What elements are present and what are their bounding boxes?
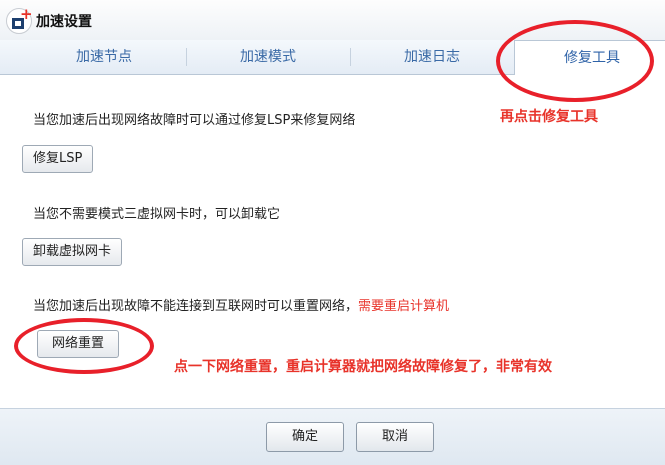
app-logo-icon: + — [6, 7, 33, 34]
cancel-button[interactable]: 取消 — [356, 422, 434, 452]
repair-tools-panel: 当您加速后出现网络故障时可以通过修复LSP来修复网络 修复LSP 当您不需要模式… — [0, 75, 665, 405]
tab-accelerate-log[interactable]: 加速日志 — [350, 40, 514, 74]
dialog-footer: 确定 取消 — [0, 408, 665, 465]
reset-description: 当您加速后出现故障不能连接到互联网时可以重置网络，需要重启计算机 — [33, 295, 449, 314]
reset-description-text: 当您加速后出现故障不能连接到互联网时可以重置网络， — [33, 299, 359, 314]
lsp-description: 当您加速后出现网络故障时可以通过修复LSP来修复网络 — [33, 113, 356, 128]
tab-accelerate-mode[interactable]: 加速模式 — [186, 40, 350, 74]
nic-description: 当您不需要模式三虚拟网卡时，可以卸载它 — [33, 207, 281, 222]
window-title: 加速设置 — [36, 14, 92, 30]
tab-hint-annotation: 再点击修复工具 — [500, 109, 598, 125]
highlight-ellipse — [14, 318, 154, 374]
highlight-ellipse — [496, 20, 654, 102]
restart-warning: 需要重启计算机 — [358, 299, 450, 314]
uninstall-nic-button[interactable]: 卸载虚拟网卡 — [22, 238, 123, 266]
ok-button[interactable]: 确定 — [266, 422, 344, 452]
reset-hint-annotation: 点一下网络重置，重启计算器就把网络故障修复了，非常有效 — [174, 359, 552, 375]
repair-lsp-button[interactable]: 修复LSP — [22, 145, 94, 173]
tab-accelerate-nodes[interactable]: 加速节点 — [22, 40, 186, 74]
